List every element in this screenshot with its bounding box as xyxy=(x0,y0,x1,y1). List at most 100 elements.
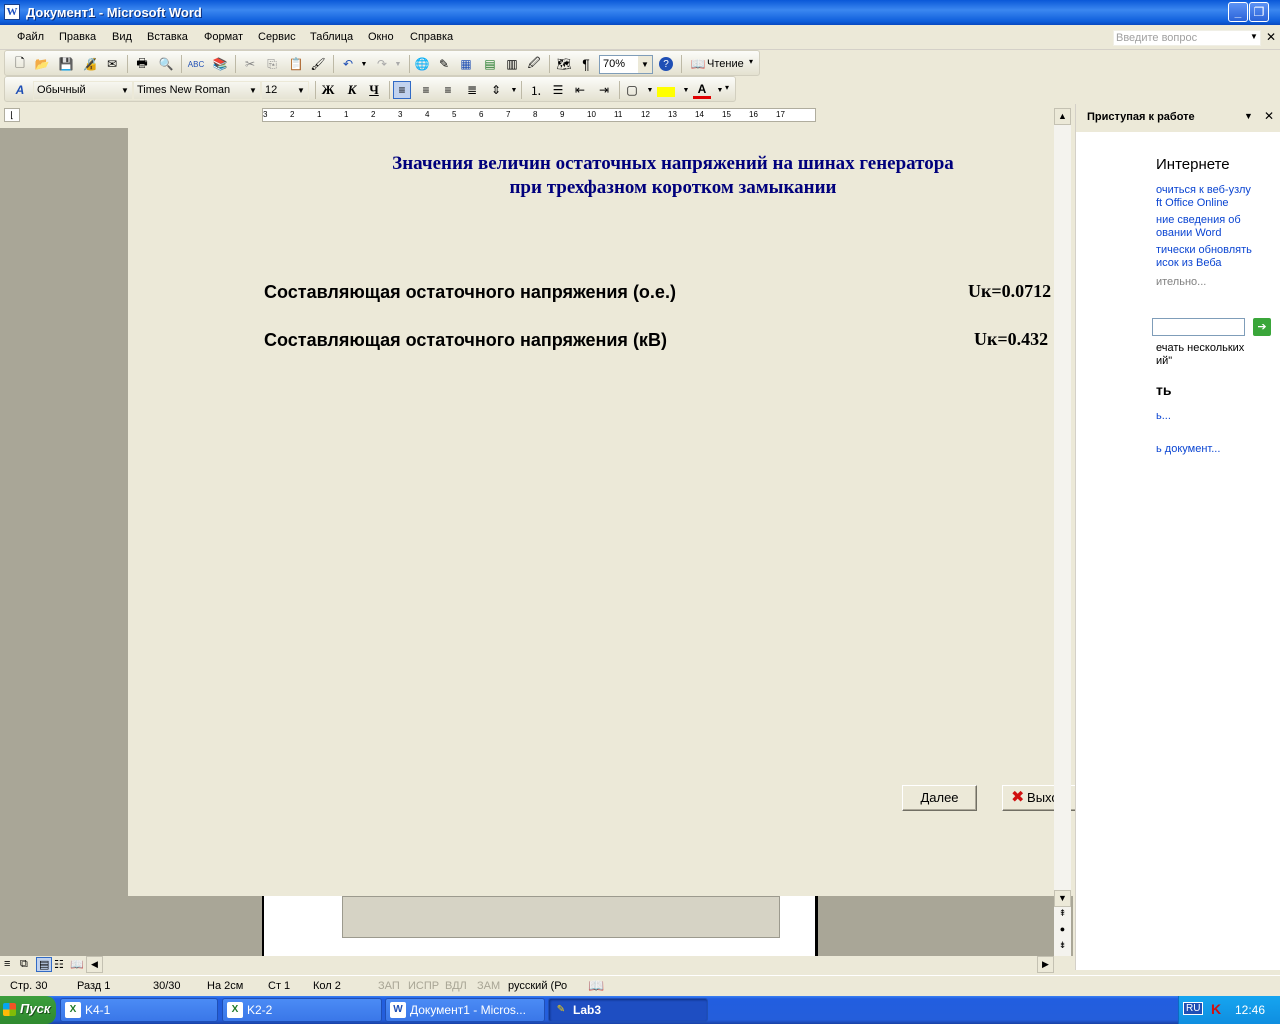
zoom-select[interactable]: 70% ▼ xyxy=(599,55,653,74)
styles-icon[interactable]: A xyxy=(11,81,29,99)
underline-button[interactable]: Ч xyxy=(365,81,383,99)
vertical-scrollbar[interactable]: ▲ ▼ ⇞ ● ⇟ xyxy=(1054,108,1071,956)
chevron-down-icon[interactable]: ▼ xyxy=(294,82,308,99)
scroll-up-icon[interactable]: ▲ xyxy=(1054,108,1071,125)
print-icon[interactable]: 🖶 xyxy=(133,55,151,73)
undo-dropdown-icon[interactable]: ▼ xyxy=(355,55,373,73)
insert-excel-icon[interactable]: ▤ xyxy=(481,55,499,73)
spelling-status-icon[interactable]: 📖 xyxy=(588,978,604,994)
menu-view[interactable]: Вид xyxy=(112,31,132,43)
menu-help[interactable]: Справка xyxy=(410,31,453,43)
tables-borders-icon[interactable]: ✎ xyxy=(435,55,453,73)
word-info-link[interactable]: ние сведения об овании Word xyxy=(1156,214,1241,240)
reading-layout-icon[interactable]: 📖 xyxy=(689,55,707,73)
taskbar-item-k2-2[interactable]: X K2-2 xyxy=(222,998,382,1022)
menu-format[interactable]: Формат xyxy=(204,31,243,43)
print-preview-icon[interactable]: 🔍 xyxy=(157,55,175,73)
align-left-icon[interactable]: ≡ xyxy=(393,81,411,99)
chevron-down-icon[interactable]: ▼ xyxy=(1244,111,1253,121)
close-doc-icon[interactable]: ✕ xyxy=(1266,30,1276,44)
taskbar-item-word[interactable]: W Документ1 - Micros... xyxy=(385,998,545,1022)
line-spacing-icon[interactable]: ⇕ xyxy=(487,81,505,99)
status-track-changes[interactable]: ИСПР xyxy=(408,980,439,992)
scroll-left-icon[interactable]: ◀ xyxy=(86,956,103,973)
language-indicator[interactable]: RU xyxy=(1183,1002,1204,1015)
permission-icon[interactable]: 🔏 xyxy=(81,55,99,73)
status-extend[interactable]: ВДЛ xyxy=(445,980,467,992)
insert-table-icon[interactable]: ▦ xyxy=(457,55,475,73)
scroll-right-icon[interactable]: ▶ xyxy=(1037,956,1054,973)
align-center-icon[interactable]: ≡ xyxy=(417,81,435,99)
office-online-link[interactable]: очиться к веб-узлу ft Office Online xyxy=(1156,184,1251,210)
toolbar-options-icon[interactable]: ▾ xyxy=(749,57,753,66)
status-overtype[interactable]: ЗАМ xyxy=(477,980,500,992)
open-more-link[interactable]: ь... xyxy=(1156,410,1171,423)
italic-button[interactable]: К xyxy=(343,81,361,99)
toolbar-options-icon[interactable]: ▾ xyxy=(725,83,729,92)
email-icon[interactable]: ✉ xyxy=(103,55,121,73)
chevron-down-icon[interactable]: ▼ xyxy=(118,82,132,99)
kaspersky-icon[interactable]: K xyxy=(1211,1001,1221,1017)
hyperlink-icon[interactable]: 🌐 xyxy=(413,55,431,73)
align-right-icon[interactable]: ≡ xyxy=(439,81,457,99)
style-select[interactable]: Обычный ▼ xyxy=(33,81,133,100)
scroll-down-icon[interactable]: ▼ xyxy=(1054,890,1071,907)
drawing-icon[interactable]: 🖉 xyxy=(525,55,543,73)
spelling-icon[interactable]: ABC xyxy=(187,55,205,73)
next-button[interactable]: Далее xyxy=(902,785,977,811)
research-icon[interactable]: 📚 xyxy=(211,55,229,73)
font-color-icon[interactable]: A xyxy=(693,81,711,99)
menu-edit[interactable]: Правка xyxy=(59,31,96,43)
horizontal-ruler[interactable]: 3 2 1 1 2 3 4 5 6 7 8 9 10 11 12 13 14 15 16 17 xyxy=(262,108,816,122)
increase-indent-icon[interactable]: ⇥ xyxy=(595,81,613,99)
new-document-link[interactable]: ь документ... xyxy=(1156,443,1220,456)
borders-icon[interactable]: ▢ xyxy=(623,81,641,99)
help-search-input[interactable]: Введите вопрос xyxy=(1113,30,1261,46)
paste-icon[interactable]: 📋 xyxy=(287,55,305,73)
start-button[interactable]: Пуск xyxy=(0,996,56,1024)
normal-view-icon[interactable]: ≡ xyxy=(4,958,10,970)
open-folder-icon[interactable]: 📂 xyxy=(33,55,51,73)
status-language[interactable]: русский (Ро xyxy=(508,980,567,992)
chevron-down-icon[interactable]: ▼ xyxy=(246,82,260,99)
taskbar-item-k4-1[interactable]: X K4-1 xyxy=(60,998,218,1022)
status-record[interactable]: ЗАП xyxy=(378,980,400,992)
bold-button[interactable]: Ж xyxy=(319,81,337,99)
columns-icon[interactable]: ▥ xyxy=(503,55,521,73)
restore-button[interactable]: ❐ xyxy=(1249,2,1269,22)
redo-dropdown-icon[interactable]: ▼ xyxy=(389,55,407,73)
document-map-icon[interactable]: 🗺 xyxy=(555,55,573,73)
previous-page-icon[interactable]: ⇞ xyxy=(1054,906,1071,923)
auto-update-link[interactable]: тически обновлять исок из Веба xyxy=(1156,244,1252,270)
new-document-icon[interactable]: 🗋 xyxy=(11,55,29,73)
cut-icon[interactable]: ✂ xyxy=(241,55,259,73)
outline-view-icon[interactable]: ☷ xyxy=(54,958,64,971)
taskbar-item-lab3[interactable]: ✎ Lab3 xyxy=(548,998,708,1022)
chevron-down-icon[interactable]: ▼ xyxy=(1250,32,1258,41)
horizontal-scrollbar[interactable]: ≡ ⧉ ▤ ☷ 📖 ◀ ▶ xyxy=(0,956,1073,973)
more-link[interactable]: ительно... xyxy=(1156,276,1206,289)
menu-table[interactable]: Таблица xyxy=(310,31,353,43)
menu-tools[interactable]: Сервис xyxy=(258,31,296,43)
save-icon[interactable]: 💾 xyxy=(57,55,75,73)
menu-file[interactable]: Файл xyxy=(17,31,44,43)
go-arrow-icon[interactable]: ➔ xyxy=(1253,318,1271,336)
close-icon[interactable]: ✕ xyxy=(1264,109,1274,123)
reading-view-icon[interactable]: 📖 xyxy=(70,958,84,971)
web-layout-icon[interactable]: ⧉ xyxy=(20,958,28,971)
menu-window[interactable]: Окно xyxy=(368,31,394,43)
select-browse-object-icon[interactable]: ● xyxy=(1054,922,1071,939)
justify-icon[interactable]: ≣ xyxy=(463,81,481,99)
print-layout-icon[interactable]: ▤ xyxy=(36,957,53,972)
format-painter-icon[interactable]: 🖌 xyxy=(309,55,327,73)
reading-button[interactable]: Чтение xyxy=(707,58,744,70)
font-select[interactable]: Times New Roman ▼ xyxy=(133,81,261,100)
minimize-button[interactable]: _ xyxy=(1228,2,1248,22)
chevron-down-icon[interactable]: ▼ xyxy=(638,56,652,73)
help-icon[interactable]: ? xyxy=(659,57,673,71)
menu-insert[interactable]: Вставка xyxy=(147,31,188,43)
font-size-select[interactable]: 12 ▼ xyxy=(261,81,309,100)
numbering-icon[interactable]: ⒈ xyxy=(527,81,545,99)
word-app-icon[interactable]: W xyxy=(4,4,20,20)
taskpane-search-input[interactable] xyxy=(1152,318,1245,336)
